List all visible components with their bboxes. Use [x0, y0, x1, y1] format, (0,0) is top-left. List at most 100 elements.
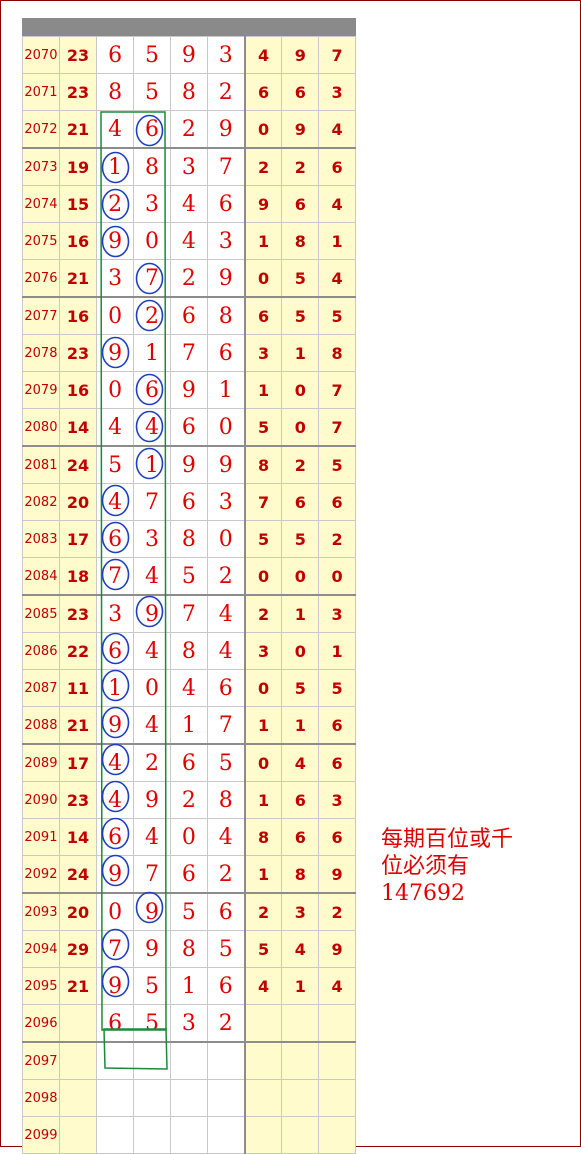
digit-cell: [169, 1041, 208, 1080]
digit-cell: 6: [206, 185, 246, 223]
sum-cell: 14: [58, 408, 98, 447]
extra-cell: [244, 1079, 283, 1117]
digit-cell: 3: [133, 185, 171, 223]
digit-cell: 6: [133, 110, 171, 149]
period-cell: 2080: [22, 408, 60, 447]
sum-cell: 17: [58, 520, 98, 558]
digit-cell: 6: [169, 483, 208, 521]
table-row: 2081 24 5 1 9 9 8 2 5: [22, 445, 356, 484]
digit-cell: 9: [133, 594, 171, 633]
digit-cell: 1: [169, 706, 208, 745]
extra-cell: 6: [244, 296, 283, 335]
header-bar: [22, 18, 356, 36]
digit-cell: 8: [169, 930, 208, 968]
digit-cell: 7: [133, 483, 171, 521]
sum-cell: 20: [58, 483, 98, 521]
extra-cell: 1: [281, 594, 320, 633]
extra-cell: [281, 1004, 320, 1043]
digit-cell: 8: [169, 632, 208, 670]
digit-cell: 3: [96, 259, 135, 298]
extra-cell: 0: [244, 259, 283, 298]
digit-cell: 6: [133, 371, 171, 409]
table-row: 2098: [22, 1079, 356, 1117]
digit-cell: 6: [169, 855, 208, 894]
extra-cell: 1: [244, 706, 283, 745]
extra-cell: 5: [281, 669, 320, 707]
table-row: 2074 15 2 3 4 6 9 6 4: [22, 185, 356, 223]
period-cell: 2090: [22, 781, 60, 819]
extra-cell: 3: [244, 334, 283, 372]
digit-cell: 4: [133, 557, 171, 596]
period-cell: 2093: [22, 892, 60, 931]
sum-cell: 16: [58, 371, 98, 409]
extra-cell: 0: [281, 408, 320, 447]
table-row: 2087 11 1 0 4 6 0 5 5: [22, 669, 356, 707]
extra-cell: 1: [281, 706, 320, 745]
digit-cell: 7: [133, 855, 171, 894]
digit-cell: 9: [133, 930, 171, 968]
extra-cell: 3: [244, 632, 283, 670]
sum-cell: 21: [58, 110, 98, 149]
extra-cell: 1: [244, 371, 283, 409]
table-row: 2070 23 6 5 9 3 4 9 7: [22, 36, 356, 74]
digit-cell: 3: [206, 222, 246, 260]
extra-cell: 4: [281, 743, 320, 782]
digit-cell: [96, 1079, 135, 1117]
table-row: 2096 6 5 3 2: [22, 1004, 356, 1043]
period-cell: 2074: [22, 185, 60, 223]
extra-cell: 0: [244, 557, 283, 596]
digit-cell: 2: [169, 781, 208, 819]
period-cell: 2076: [22, 259, 60, 298]
table-row: 2084 18 7 4 5 2 0 0 0: [22, 557, 356, 596]
extra-cell: 4: [318, 259, 356, 298]
digit-cell: 7: [96, 557, 135, 596]
extra-cell: [318, 1041, 356, 1080]
digit-cell: 0: [96, 371, 135, 409]
digit-cell: 1: [133, 445, 171, 484]
period-cell: 2091: [22, 818, 60, 856]
table-row: 2078 23 9 1 7 6 3 1 8: [22, 334, 356, 372]
digit-cell: 6: [96, 1004, 135, 1043]
extra-cell: [244, 1041, 283, 1080]
sum-cell: 23: [58, 334, 98, 372]
digit-cell: 6: [206, 892, 246, 931]
digit-cell: 7: [206, 147, 246, 186]
extra-cell: 5: [244, 408, 283, 447]
digit-cell: 8: [96, 73, 135, 111]
digit-cell: 5: [133, 967, 171, 1005]
table-row: 2085 23 3 9 7 4 2 1 3: [22, 594, 356, 633]
digit-cell: 9: [96, 855, 135, 894]
extra-cell: 8: [281, 855, 320, 894]
digit-cell: 8: [133, 147, 171, 186]
digit-cell: 9: [206, 445, 246, 484]
extra-cell: 2: [281, 445, 320, 484]
digit-cell: [206, 1079, 246, 1117]
digit-cell: 5: [133, 73, 171, 111]
table-row: 2092 24 9 7 6 2 1 8 9: [22, 855, 356, 894]
digit-cell: [169, 1079, 208, 1117]
period-cell: 2099: [22, 1116, 60, 1154]
table-row: 2080 14 4 4 6 0 5 0 7: [22, 408, 356, 447]
period-cell: 2095: [22, 967, 60, 1005]
sum-cell: 23: [58, 594, 98, 633]
table-row: 2079 16 0 6 9 1 1 0 7: [22, 371, 356, 409]
digit-cell: 8: [169, 520, 208, 558]
extra-cell: 6: [281, 818, 320, 856]
digit-cell: 2: [133, 743, 171, 782]
period-cell: 2089: [22, 743, 60, 782]
digit-cell: 5: [169, 892, 208, 931]
digit-cell: 4: [96, 483, 135, 521]
digit-cell: 1: [169, 967, 208, 1005]
extra-cell: 8: [318, 334, 356, 372]
extra-cell: 2: [281, 147, 320, 186]
extra-cell: 8: [281, 222, 320, 260]
extra-cell: 6: [281, 185, 320, 223]
digit-cell: 1: [96, 669, 135, 707]
digit-cell: 6: [96, 36, 135, 74]
extra-cell: 7: [318, 36, 356, 74]
sum-cell: 29: [58, 930, 98, 968]
extra-cell: 4: [318, 185, 356, 223]
digit-cell: 9: [96, 967, 135, 1005]
extra-cell: 9: [318, 855, 356, 894]
extra-cell: 6: [318, 706, 356, 745]
